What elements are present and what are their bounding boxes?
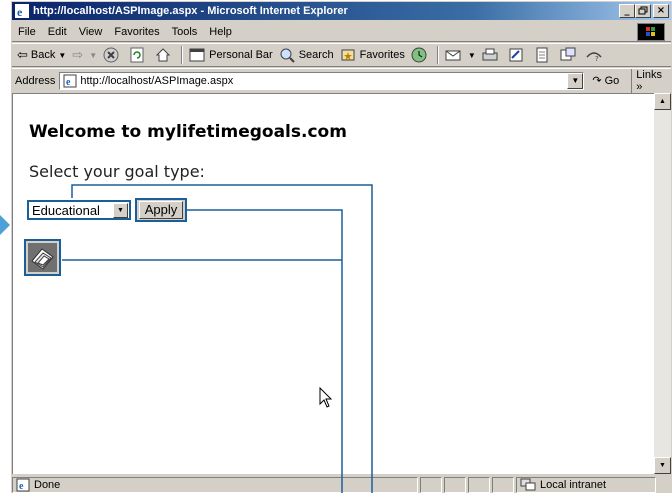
- apply-button[interactable]: Apply: [135, 198, 187, 222]
- minimize-button[interactable]: _: [619, 4, 635, 18]
- maximize-button[interactable]: [635, 4, 651, 18]
- personal-bar-icon: [189, 48, 205, 62]
- toolbar-separator: [436, 46, 439, 64]
- menu-favorites[interactable]: Favorites: [108, 26, 165, 38]
- security-zone-label: Local intranet: [540, 478, 607, 491]
- svg-text:e: e: [19, 481, 24, 492]
- chevron-down-icon: ▼: [467, 50, 476, 60]
- security-zone-cell: Local intranet: [516, 476, 656, 493]
- menu-bar: File Edit View Favorites Tools Help: [12, 22, 671, 42]
- page-content: Welcome to mylifetimegoals.com Select yo…: [12, 93, 654, 474]
- refresh-icon: [130, 47, 144, 63]
- personal-bar-label: Personal Bar: [209, 49, 273, 61]
- status-cell: [492, 476, 514, 493]
- discuss-icon: [536, 47, 548, 63]
- status-cell: [420, 476, 442, 493]
- discuss-button[interactable]: [531, 47, 557, 63]
- home-icon: [155, 48, 171, 62]
- favorites-icon: [341, 49, 355, 61]
- standard-toolbar: ⇦ Back ▼ ⇨ ▼ Personal Bar Search Favorit…: [12, 43, 671, 67]
- windows-logo-icon: [637, 23, 665, 41]
- vertical-scrollbar[interactable]: ▲ ▼: [654, 93, 671, 474]
- research-button[interactable]: ?: [583, 47, 609, 63]
- history-button[interactable]: [408, 47, 434, 63]
- scroll-up-button[interactable]: ▲: [654, 93, 671, 110]
- go-button[interactable]: ↷ Go: [592, 74, 619, 87]
- browser-window: e http://localhost/ASPImage.aspx - Micro…: [10, 0, 672, 493]
- scroll-down-button[interactable]: ▼: [654, 457, 671, 474]
- goal-image-icon: [28, 243, 57, 272]
- refresh-button[interactable]: [126, 47, 152, 63]
- window-title: http://localhost/ASPImage.aspx - Microso…: [33, 5, 348, 17]
- menu-edit[interactable]: Edit: [42, 26, 73, 38]
- mail-icon: [445, 50, 461, 61]
- edit-icon: [509, 48, 523, 62]
- go-label: Go: [604, 74, 620, 87]
- status-text-cell: e Done: [12, 476, 418, 493]
- menu-help[interactable]: Help: [203, 26, 238, 38]
- back-label: Back: [30, 49, 56, 61]
- chevron-down-icon: ▼: [58, 50, 67, 60]
- back-button[interactable]: ⇦ Back ▼: [14, 48, 69, 63]
- address-dropdown-button[interactable]: ▼: [567, 72, 584, 89]
- address-url: http://localhost/ASPImage.aspx: [80, 74, 234, 87]
- page-icon: e: [63, 74, 77, 88]
- goal-type-select[interactable]: Educational ▼: [27, 200, 131, 220]
- go-arrow-icon: ↷: [592, 74, 602, 87]
- search-icon: [280, 48, 295, 63]
- status-text: Done: [34, 478, 61, 491]
- messenger-icon: [560, 47, 576, 61]
- goal-type-prompt: Select your goal type:: [29, 162, 205, 181]
- home-button[interactable]: [152, 47, 178, 63]
- svg-text:?: ?: [595, 55, 599, 63]
- menu-file[interactable]: File: [12, 26, 42, 38]
- status-bar: e Done Local intranet: [12, 475, 671, 494]
- chevron-down-icon: ▼: [89, 50, 98, 60]
- search-button[interactable]: Search: [276, 47, 337, 63]
- image-button[interactable]: [24, 239, 61, 276]
- personal-bar-button[interactable]: Personal Bar: [186, 47, 276, 63]
- restore-icon: [638, 6, 648, 15]
- menu-tools[interactable]: Tools: [166, 26, 204, 38]
- print-button[interactable]: [479, 47, 505, 63]
- back-arrow-icon: ⇦: [17, 47, 28, 63]
- address-bar: Address e http://localhost/ASPImage.aspx…: [12, 68, 671, 93]
- mail-button[interactable]: ▼: [442, 47, 479, 63]
- stop-icon: [103, 47, 119, 63]
- chevron-down-icon[interactable]: ▼: [113, 202, 128, 218]
- status-cell: [468, 476, 490, 493]
- status-cell: [444, 476, 466, 493]
- title-bar: e http://localhost/ASPImage.aspx - Micro…: [12, 2, 671, 20]
- address-input[interactable]: e http://localhost/ASPImage.aspx ▼: [59, 71, 585, 90]
- callout-pointer: [0, 215, 10, 235]
- close-button[interactable]: ×: [653, 4, 669, 18]
- apply-label: Apply: [139, 201, 183, 219]
- forward-button[interactable]: ⇨ ▼: [69, 48, 100, 63]
- address-label: Address: [15, 74, 56, 87]
- stop-button[interactable]: [100, 47, 126, 63]
- research-icon: ?: [586, 52, 602, 63]
- toolbar-separator: [181, 46, 184, 64]
- mouse-cursor-icon: [319, 387, 333, 408]
- links-button[interactable]: Links »: [631, 68, 671, 93]
- ie-logo-icon: e: [15, 4, 29, 18]
- history-icon: [411, 47, 427, 63]
- search-label: Search: [298, 49, 334, 61]
- menu-view[interactable]: View: [73, 26, 109, 38]
- edit-button[interactable]: [505, 47, 531, 63]
- print-icon: [482, 48, 498, 61]
- intranet-icon: [520, 478, 536, 490]
- page-done-icon: e: [16, 478, 30, 492]
- goal-type-value: Educational: [32, 202, 100, 218]
- forward-arrow-icon: ⇨: [72, 47, 84, 63]
- svg-text:e: e: [17, 5, 23, 18]
- favorites-button[interactable]: Favorites: [337, 47, 408, 63]
- page-heading: Welcome to mylifetimegoals.com: [29, 122, 347, 142]
- messenger-button[interactable]: [557, 47, 583, 63]
- favorites-label: Favorites: [359, 49, 405, 61]
- svg-text:e: e: [66, 77, 71, 88]
